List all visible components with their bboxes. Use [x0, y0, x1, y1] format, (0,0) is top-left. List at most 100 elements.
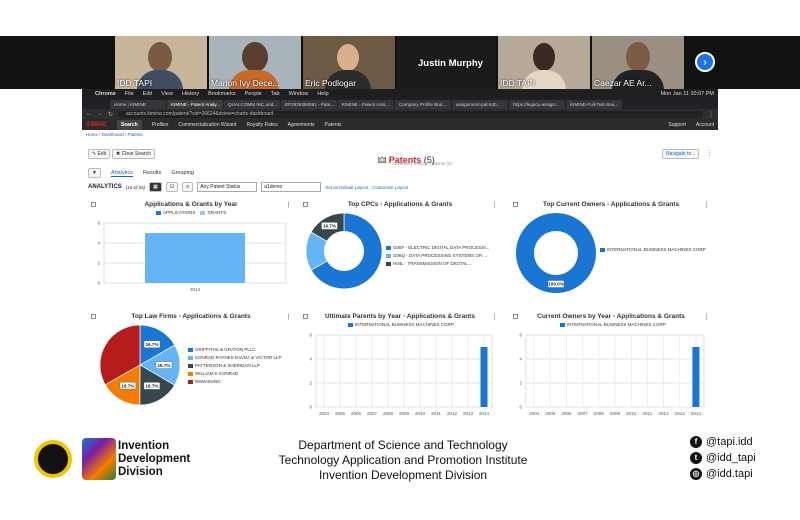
- menu-item[interactable]: View: [161, 91, 173, 97]
- panel-menu-icon[interactable]: ⋮: [491, 313, 498, 321]
- browser-tab[interactable]: Company Profile Buil...: [395, 100, 451, 109]
- participant-name: Caezar AE Ar...: [594, 78, 652, 88]
- participant-tile[interactable]: IDD TAPI: [498, 36, 590, 89]
- breadcrumb[interactable]: Home / Dashboard / Patents: [82, 130, 718, 139]
- tab-grouping[interactable]: Grouping: [171, 170, 194, 176]
- y-tick-label: 2: [97, 261, 100, 266]
- app-logo[interactable]: KIMINE: [86, 122, 107, 128]
- menu-item[interactable]: Bookmarks: [208, 91, 236, 97]
- chart-panel-owners: Top Current Owners - Applications & Gran…: [510, 201, 712, 297]
- participant-name: IDD TAPI: [500, 78, 536, 88]
- participant-name: IDD TAPI: [117, 78, 153, 88]
- y-tick-label: 2: [309, 381, 312, 386]
- twitter-link[interactable]: t @idd_tapi: [690, 452, 756, 464]
- facebook-link[interactable]: f @tapi.idd: [690, 436, 753, 448]
- menu-item[interactable]: History: [182, 91, 199, 97]
- nav-patents[interactable]: Patents: [325, 122, 342, 128]
- browser-tab[interactable]: https://legacy-assign...: [509, 100, 565, 109]
- reload-icon[interactable]: ↻: [108, 111, 113, 118]
- chart-legend: GRIFFITHS & GRATON PLLC KONRAD RAYNES DA…: [188, 347, 282, 384]
- participant-tile[interactable]: Marion Ivy Dece...: [209, 36, 301, 89]
- url-field[interactable]: accounts.kimine.com/patent/?sid=26624&dv…: [118, 110, 703, 118]
- browser-tab-strip: Home | KIMINE KIMINE - Patent Analy... Q…: [82, 98, 718, 109]
- analytics-toolbar: ANALYTICS (10 of 54) ▦ ☑ ≡ Any Patent St…: [88, 182, 408, 192]
- y-tick-label: 0: [309, 405, 312, 410]
- browser-tab[interactable]: EP2929390061 - Pate...: [281, 100, 337, 109]
- menu-item[interactable]: Help: [317, 91, 328, 97]
- nav-profiles[interactable]: Profiles: [152, 122, 169, 128]
- edit-button[interactable]: ✎ Edit: [88, 149, 111, 159]
- browser-tab-active[interactable]: KIMINE - Patent Analy...: [167, 100, 223, 109]
- clear-search-button[interactable]: ✖ Clear Search: [112, 149, 155, 159]
- panel-menu-icon[interactable]: ⋮: [703, 313, 710, 321]
- panel-menu-icon[interactable]: ⋮: [703, 201, 710, 209]
- list-view-icon[interactable]: ≡: [182, 182, 194, 192]
- kebab-icon[interactable]: ⋮: [706, 149, 713, 157]
- nav-royalty[interactable]: Royalty Rates: [246, 122, 277, 128]
- grid-view-icon[interactable]: ▦: [149, 182, 162, 192]
- y-tick-label: 4: [309, 357, 312, 362]
- analytics-range: (10 of 54): [125, 184, 146, 190]
- bar: [480, 347, 488, 407]
- browser-tab[interactable]: KIMINE-Full-Text-Sea...: [566, 100, 622, 109]
- customize-layout[interactable]: Customize Layout: [372, 185, 408, 190]
- extensions-icon[interactable]: ⋮: [708, 111, 714, 118]
- bar: [145, 233, 245, 283]
- nav-commercialization[interactable]: Commercialization Wizard: [178, 122, 236, 128]
- browser-tab[interactable]: QUALCOMM INC and...: [224, 100, 280, 109]
- legend-swatch: [200, 210, 206, 215]
- lawfirms-pie-chart: 16.7% 16.7% 16.7% 16.7%: [99, 324, 181, 406]
- patent-status-select[interactable]: Any Patent Status: [197, 182, 258, 192]
- menu-item[interactable]: File: [125, 91, 134, 97]
- nav-support[interactable]: Support: [668, 122, 686, 128]
- panel-menu-icon[interactable]: ⋮: [491, 201, 498, 209]
- browser-tab[interactable]: KIMINE - Patent Assi...: [338, 100, 394, 109]
- nav-account[interactable]: Account: [696, 122, 714, 128]
- x-tick-label: 2005: [335, 411, 346, 416]
- participant-tile[interactable]: Caezar AE Ar...: [592, 36, 684, 89]
- x-tick-label: 2008: [594, 411, 605, 416]
- browser-tab[interactable]: assignment-pat-540...: [452, 100, 508, 109]
- menu-item[interactable]: Edit: [143, 91, 152, 97]
- menu-item[interactable]: Window: [289, 91, 309, 97]
- navigate-button[interactable]: Navigate to...: [662, 149, 700, 159]
- participant-tile[interactable]: Eric Podlogar: [303, 36, 395, 89]
- chart-view-icon[interactable]: ☑: [165, 182, 179, 192]
- instagram-link[interactable]: ◎ @idd.tapi: [690, 468, 753, 480]
- nav-agreements[interactable]: Agreements: [288, 122, 315, 128]
- app-menu[interactable]: Chrome: [95, 91, 116, 97]
- mac-menu-bar: Chrome File Edit View History Bookmarks …: [82, 89, 718, 98]
- panel-menu-icon[interactable]: ⋮: [285, 313, 292, 321]
- chevron-right-icon[interactable]: ›: [695, 52, 715, 72]
- x-tick-label: 2007: [367, 411, 378, 416]
- participant-tile[interactable]: IDD TAPI: [115, 36, 207, 89]
- data-label: 16.7%: [146, 342, 159, 347]
- panel-menu-icon[interactable]: ⋮: [285, 201, 292, 209]
- y-tick-label: 0: [519, 405, 522, 410]
- tab-results[interactable]: Results: [143, 170, 161, 176]
- x-tick-label: 2011: [643, 411, 653, 416]
- set-default-layout[interactable]: Set as Default Layout: [325, 185, 368, 190]
- view-tabs: ▼ Analytics Results Grouping: [88, 168, 194, 178]
- legend-swatch: [600, 247, 605, 252]
- top-margin: [0, 0, 800, 36]
- chart-title: Applications & Grants by Year: [144, 201, 238, 208]
- clock: Mon Jan 11 10:07 PM: [660, 90, 714, 97]
- tab-analytics[interactable]: Analytics: [110, 170, 133, 177]
- legend-swatch: [386, 245, 391, 250]
- nav-search[interactable]: Search: [117, 119, 142, 130]
- facebook-icon: f: [690, 436, 702, 448]
- x-tick-label: 2006: [351, 411, 362, 416]
- back-icon[interactable]: ←: [86, 111, 92, 117]
- browser-tab[interactable]: Home | KIMINE: [110, 100, 166, 109]
- forward-icon[interactable]: →: [97, 111, 103, 117]
- legend-swatch: [188, 363, 193, 368]
- filter-icon[interactable]: ▼: [88, 168, 101, 178]
- analytics-label: ANALYTICS: [88, 184, 122, 190]
- menu-item[interactable]: People: [245, 91, 262, 97]
- chart-legend: G06F - ELECTRIC DIGITAL DATA PROCESSI...…: [386, 245, 489, 266]
- layout-select[interactable]: a1demo: [261, 182, 322, 192]
- y-tick-label: 6: [309, 333, 312, 338]
- video-call-strip: IDD TAPI Marion Ivy Dece... Eric Podloga…: [0, 36, 800, 89]
- menu-item[interactable]: Tab: [271, 91, 280, 97]
